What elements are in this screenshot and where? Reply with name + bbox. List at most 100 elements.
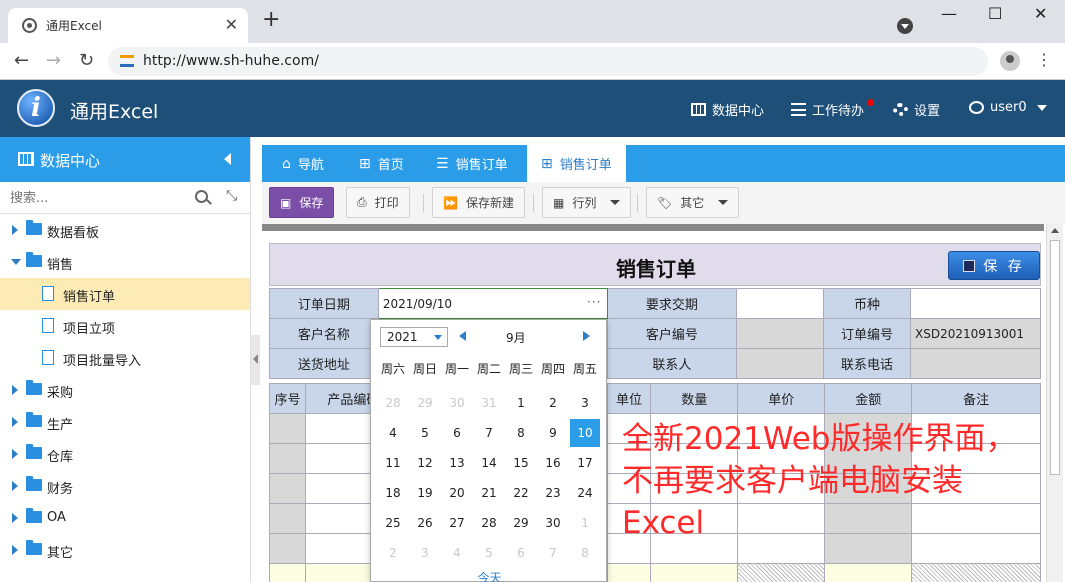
search-icon[interactable]: [195, 190, 208, 203]
next-month-icon[interactable]: [583, 331, 590, 341]
calendar-day[interactable]: 26: [410, 509, 440, 537]
calendar-day[interactable]: 20: [442, 479, 472, 507]
back-button[interactable]: ←: [14, 51, 29, 71]
calendar-day[interactable]: 6: [506, 539, 536, 567]
calendar-day[interactable]: 8: [506, 419, 536, 447]
collapse-sidebar-icon[interactable]: [224, 153, 231, 165]
sidebar-item-purchase[interactable]: 采购: [0, 374, 250, 406]
cell[interactable]: [269, 443, 306, 474]
forward-button[interactable]: →: [46, 51, 61, 71]
calendar-day[interactable]: 12: [410, 449, 440, 477]
calendar-day[interactable]: 25: [378, 509, 408, 537]
sidebar-item-data-board[interactable]: 数据看板: [0, 214, 250, 246]
form-save-button[interactable]: 保 存: [948, 251, 1040, 280]
row-col-dropdown[interactable]: ▦ 行列: [542, 187, 632, 218]
tab-home[interactable]: ⊞ 首页: [345, 145, 418, 182]
calendar-day[interactable]: 6: [442, 419, 472, 447]
calendar-day[interactable]: 30: [538, 509, 568, 537]
maximize-button[interactable]: ☐: [988, 4, 1002, 23]
calendar-day[interactable]: 23: [538, 479, 568, 507]
customer-no-field[interactable]: [736, 318, 825, 349]
calendar-day[interactable]: 3: [410, 539, 440, 567]
calendar-day[interactable]: 22: [506, 479, 536, 507]
close-window-button[interactable]: ✕: [1034, 4, 1047, 23]
more-icon[interactable]: ···: [587, 295, 601, 309]
calendar-day[interactable]: 29: [506, 509, 536, 537]
calendar-day[interactable]: 16: [538, 449, 568, 477]
other-dropdown[interactable]: 🏷 其它: [646, 187, 740, 218]
tab-sales-order-active[interactable]: ⊞ 销售订单: [527, 145, 626, 182]
calendar-day[interactable]: 17: [570, 449, 600, 477]
phone-field[interactable]: [909, 348, 1042, 379]
profile-avatar-icon[interactable]: [1000, 51, 1020, 71]
header-todo[interactable]: 工作待办: [791, 100, 864, 119]
calendar-day[interactable]: 3: [570, 389, 600, 417]
scroll-thumb[interactable]: [1050, 240, 1060, 475]
calendar-day[interactable]: 29: [410, 389, 440, 417]
calendar-day[interactable]: 9: [538, 419, 568, 447]
calendar-day[interactable]: 28: [474, 509, 504, 537]
calendar-day[interactable]: 11: [378, 449, 408, 477]
header-data-center[interactable]: 数据中心: [691, 100, 764, 119]
header-user-menu[interactable]: user0: [969, 100, 1047, 115]
sidebar-collapse-handle[interactable]: [251, 335, 260, 385]
calendar-day[interactable]: 30: [442, 389, 472, 417]
cell[interactable]: [269, 533, 306, 564]
tab-search-icon[interactable]: [897, 18, 913, 34]
cell[interactable]: [269, 503, 306, 534]
sidebar-item-sales[interactable]: 销售: [0, 246, 250, 278]
pin-icon[interactable]: ⤡: [226, 188, 237, 204]
calendar-day[interactable]: 28: [378, 389, 408, 417]
calendar-day[interactable]: 13: [442, 449, 472, 477]
calendar-day[interactable]: 18: [378, 479, 408, 507]
reload-button[interactable]: ↻: [79, 51, 94, 71]
header-settings[interactable]: 设置: [893, 100, 940, 119]
close-tab-icon[interactable]: ✕: [225, 15, 238, 34]
calendar-day[interactable]: 24: [570, 479, 600, 507]
order-no-field[interactable]: XSD20210913001: [909, 318, 1042, 349]
new-tab-button[interactable]: +: [262, 9, 280, 31]
url-field[interactable]: http://www.sh-huhe.com/: [108, 47, 988, 76]
today-link[interactable]: 今天: [371, 569, 608, 582]
sidebar-item-finance[interactable]: 财务: [0, 470, 250, 502]
cell[interactable]: [269, 473, 306, 504]
sidebar-search-input[interactable]: [10, 188, 180, 208]
calendar-day[interactable]: 2: [538, 389, 568, 417]
save-new-button[interactable]: ⏩ 保存新建: [432, 187, 525, 218]
tab-sales-order-list[interactable]: ☰ 销售订单: [422, 145, 522, 182]
calendar-day[interactable]: 5: [474, 539, 504, 567]
sidebar-item-other[interactable]: 其它: [0, 534, 250, 566]
calendar-day[interactable]: 27: [442, 509, 472, 537]
cell[interactable]: [269, 413, 306, 444]
calendar-day[interactable]: 14: [474, 449, 504, 477]
sidebar-item-sales-order[interactable]: 销售订单: [0, 278, 250, 310]
calendar-day[interactable]: 5: [410, 419, 440, 447]
tab-navigation[interactable]: ⌂ 导航: [268, 145, 338, 182]
calendar-day[interactable]: 7: [538, 539, 568, 567]
calendar-day[interactable]: 2: [378, 539, 408, 567]
sidebar-item-warehouse[interactable]: 仓库: [0, 438, 250, 470]
calendar-day[interactable]: 31: [474, 389, 504, 417]
scroll-up-icon[interactable]: [1051, 228, 1059, 233]
calendar-day[interactable]: 21: [474, 479, 504, 507]
currency-field[interactable]: [909, 288, 1042, 319]
sidebar-item-oa[interactable]: OA: [0, 502, 250, 534]
sidebar-item-project-import[interactable]: 项目批量导入: [0, 342, 250, 374]
vertical-scrollbar[interactable]: [1046, 224, 1063, 582]
calendar-day[interactable]: 7: [474, 419, 504, 447]
calendar-day[interactable]: 4: [378, 419, 408, 447]
print-button[interactable]: ⎙ 打印: [346, 187, 410, 218]
calendar-day[interactable]: 19: [410, 479, 440, 507]
calendar-day[interactable]: 4: [442, 539, 472, 567]
year-select[interactable]: 2021: [380, 327, 448, 347]
prev-month-icon[interactable]: [459, 331, 466, 341]
calendar-day[interactable]: 15: [506, 449, 536, 477]
calendar-day[interactable]: 8: [570, 539, 600, 567]
sidebar-item-project-setup[interactable]: 项目立项: [0, 310, 250, 342]
calendar-day-selected[interactable]: 10: [570, 419, 600, 447]
browser-menu-icon[interactable]: ⋮: [1036, 50, 1052, 69]
sidebar-item-production[interactable]: 生产: [0, 406, 250, 438]
browser-tab[interactable]: 通用Excel ✕: [8, 8, 248, 43]
order-date-field[interactable]: 2021/09/10 ···: [377, 288, 608, 319]
minimize-button[interactable]: —: [941, 4, 957, 23]
